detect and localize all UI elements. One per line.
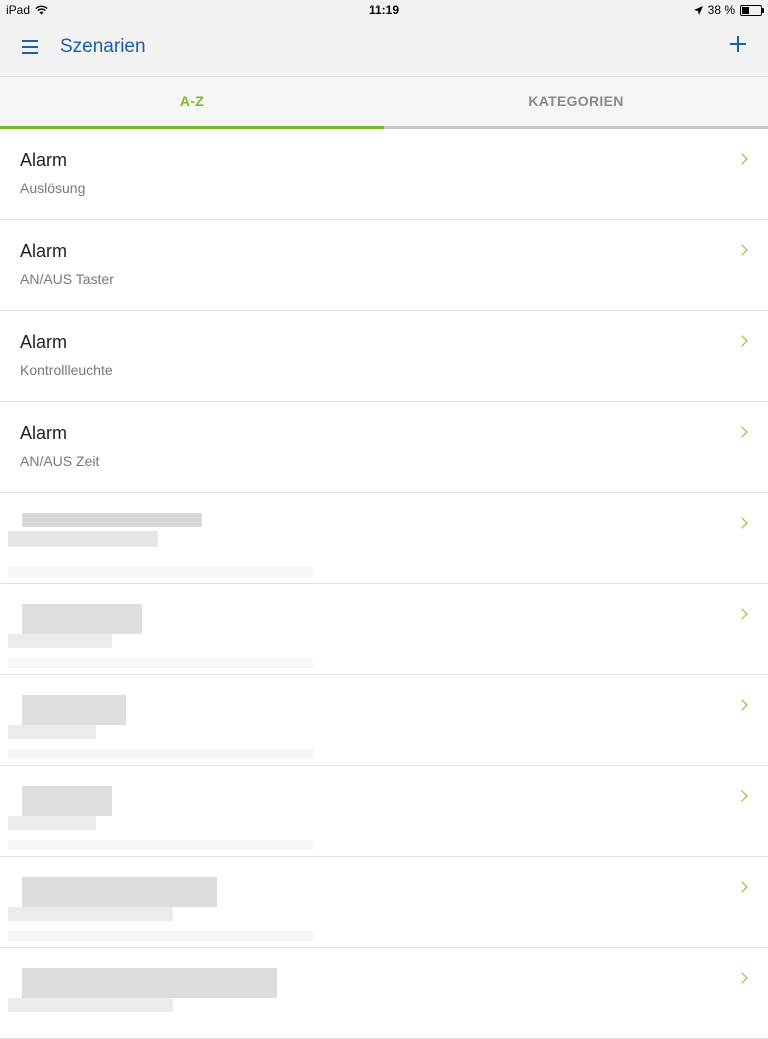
add-icon[interactable] <box>728 34 748 54</box>
redacted-text <box>8 511 313 581</box>
chevron-right-icon <box>736 699 748 711</box>
list-item-redacted[interactable] <box>0 948 768 1039</box>
chevron-right-icon <box>736 608 748 620</box>
list-item-redacted[interactable] <box>0 857 768 948</box>
scenario-list: Alarm Auslösung Alarm AN/AUS Taster Alar… <box>0 129 768 1039</box>
item-title: Alarm <box>20 332 68 352</box>
page-title: Szenarien <box>60 36 146 57</box>
list-item-redacted[interactable] <box>0 766 768 857</box>
list-item[interactable]: Alarm AN/AUS Taster <box>0 220 768 311</box>
list-item-redacted[interactable] <box>0 493 768 584</box>
battery-fill <box>742 6 749 14</box>
battery-percent: 38 % <box>707 3 735 17</box>
redacted-text <box>8 602 313 672</box>
tab-bar: A-Z KATEGORIEN <box>0 77 768 129</box>
status-bar: iPad 11:19 38 % <box>0 0 768 20</box>
chevron-right-icon <box>736 335 748 347</box>
item-title: Alarm <box>20 150 68 170</box>
chevron-right-icon <box>736 790 748 802</box>
item-subtitle: AN/AUS Zeit <box>20 453 100 469</box>
list-item-redacted[interactable] <box>0 584 768 675</box>
redacted-text <box>8 875 313 945</box>
status-right: 38 % <box>693 3 764 17</box>
chevron-right-icon <box>736 153 748 165</box>
item-subtitle: Kontrollleuchte <box>20 362 113 378</box>
menu-icon[interactable] <box>22 40 38 54</box>
list-item[interactable]: Alarm AN/AUS Zeit <box>0 402 768 493</box>
battery-icon <box>740 4 764 16</box>
tab-a-z[interactable]: A-Z <box>0 77 384 129</box>
item-subtitle: AN/AUS Taster <box>20 271 114 287</box>
list-item-redacted[interactable] <box>0 675 768 766</box>
item-title: Alarm <box>20 241 68 261</box>
chevron-right-icon <box>736 881 748 893</box>
clock: 11:19 <box>368 3 400 17</box>
tab-kategorien[interactable]: KATEGORIEN <box>384 77 768 129</box>
item-subtitle: Auslösung <box>20 180 86 196</box>
chevron-right-icon <box>736 244 748 256</box>
location-arrow-icon <box>693 5 703 15</box>
redacted-text <box>8 784 313 854</box>
list-item[interactable]: Alarm Kontrollleuchte <box>0 311 768 402</box>
redacted-text <box>8 693 313 763</box>
chevron-right-icon <box>736 517 748 529</box>
app-header: Szenarien <box>0 20 768 77</box>
item-title: Alarm <box>20 423 68 443</box>
redacted-text <box>8 966 313 1036</box>
chevron-right-icon <box>736 972 748 984</box>
chevron-right-icon <box>736 426 748 438</box>
list-item[interactable]: Alarm Auslösung <box>0 129 768 220</box>
